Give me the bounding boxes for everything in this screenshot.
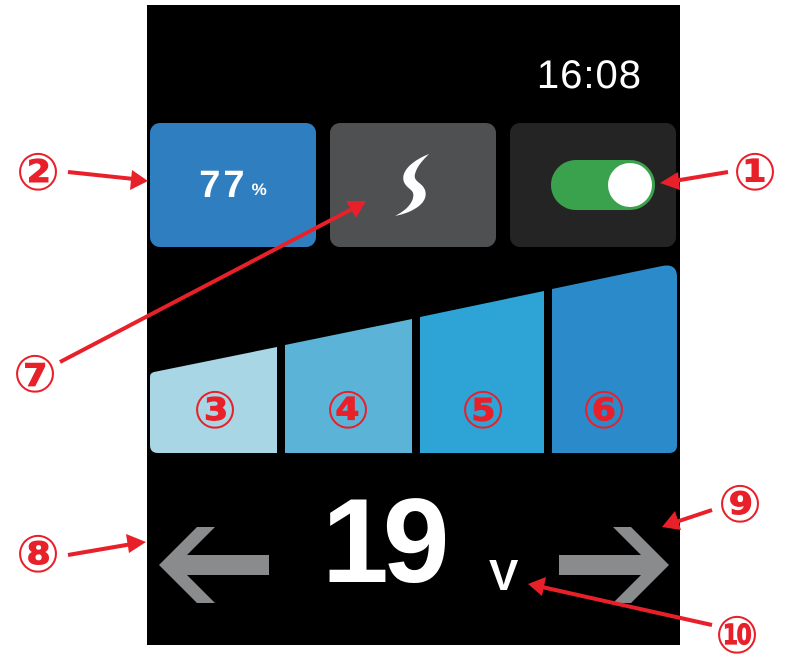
callout-label-10: ⑩	[715, 606, 759, 663]
callout-arrow-1	[673, 170, 729, 183]
callout-arrow-7	[59, 206, 355, 364]
callout-overlay: ③ ④ ⑤ ⑥ ① ② ⑦ ⑧ ⑨ ⑩	[13, 143, 777, 663]
callout-label-7: ⑦	[13, 345, 57, 405]
callout-arrow-10	[541, 585, 713, 627]
level-label-6: ⑥	[582, 381, 626, 441]
level-label-3: ③	[193, 381, 237, 441]
callout-arrow-9	[675, 508, 713, 524]
level-label-5: ⑤	[461, 381, 505, 441]
level-label-4: ④	[326, 381, 370, 441]
callout-label-1: ①	[733, 143, 777, 203]
callout-label-9: ⑨	[718, 475, 762, 535]
annotated-device-screenshot: 16:08 77 % 19 V ③ ④ ⑤ ⑥ ① ② ⑦ ⑧ ⑨ ⑩	[0, 0, 787, 663]
callout-label-8: ⑧	[16, 525, 60, 585]
callout-arrow-2	[67, 170, 135, 181]
callout-arrow-8	[67, 542, 133, 557]
callout-label-2: ②	[16, 143, 60, 203]
